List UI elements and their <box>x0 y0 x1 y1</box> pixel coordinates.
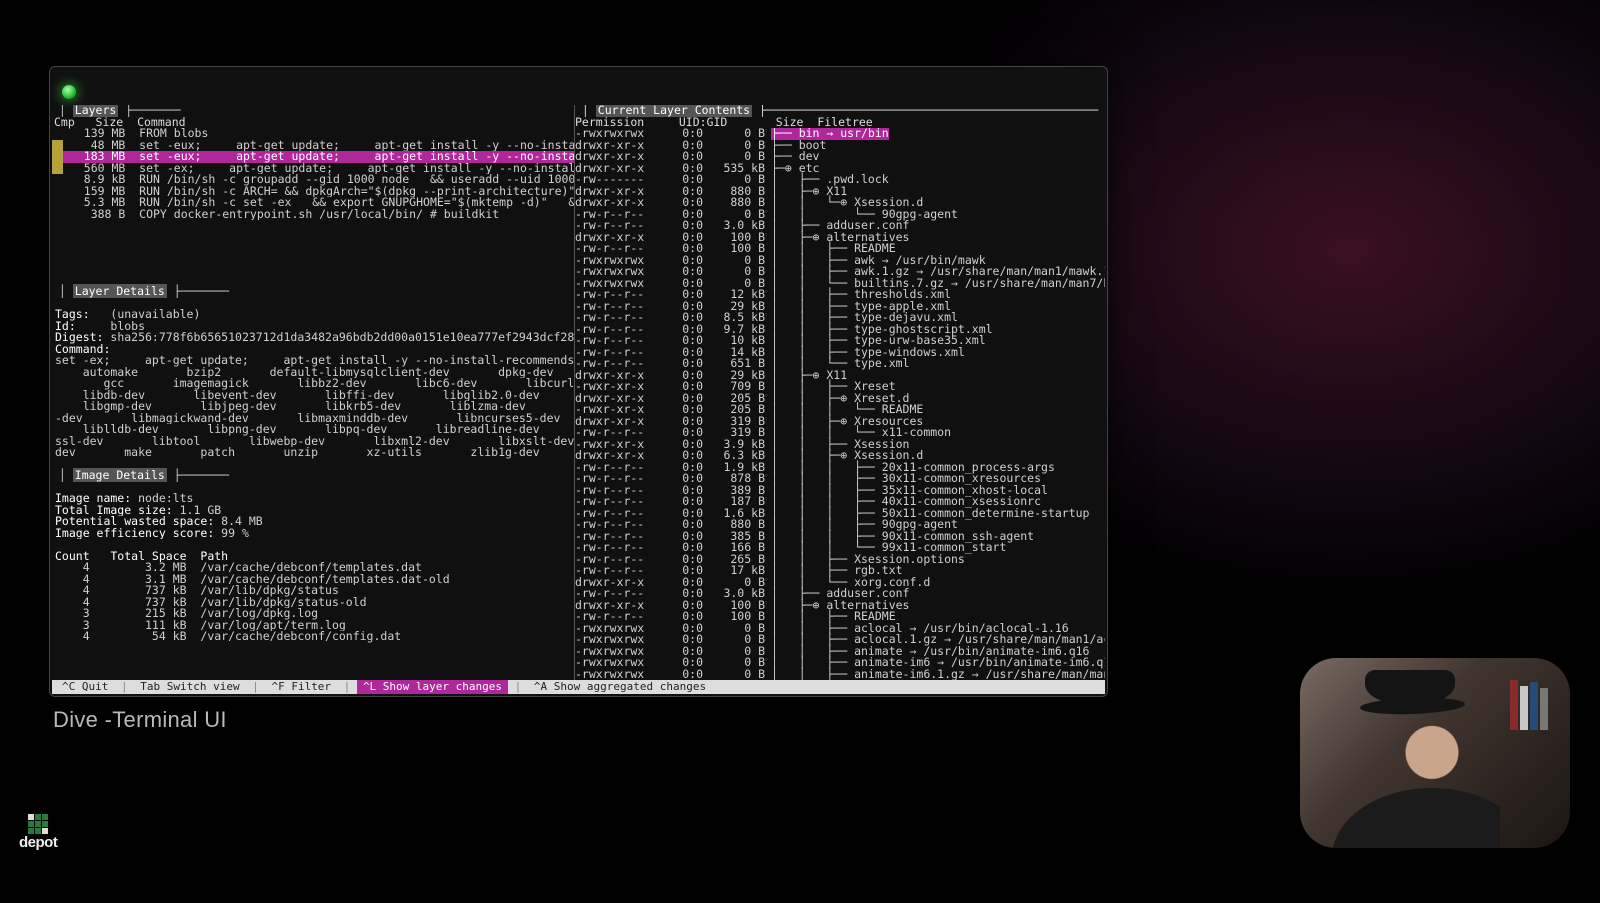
filetree-list[interactable]: -rwxrwxrwx0:00 B├── bin → usr/bindrwxr-x… <box>575 128 1105 680</box>
filetree-row[interactable]: drwxr-xr-x0:00 B├── boot <box>575 140 1105 152</box>
depot-icon <box>28 814 48 834</box>
section-layerdetails-title: │ Layer Details ├─────── <box>52 286 574 298</box>
layer-row[interactable]: 183 MB set -eux; apt-get update; apt-get… <box>52 151 574 163</box>
webcam-overlay <box>1300 658 1570 848</box>
filetree-row[interactable]: drwxr-xr-x0:00 B├── dev <box>575 151 1105 163</box>
brand-logo: depot <box>19 814 57 849</box>
brand-text: depot <box>19 837 57 849</box>
caption-text: Dive -Terminal UI <box>53 714 227 726</box>
layer-row[interactable]: 48 MB set -eux; apt-get update; apt-get … <box>52 140 574 152</box>
filetree-header: Permission UID:GID Size Filetree <box>575 117 1105 129</box>
layer-row[interactable]: 159 MB RUN /bin/sh -c ARCH= && dpkgArch=… <box>52 186 574 198</box>
footer-show-aggregated-changes[interactable]: ^A Show aggregated changes <box>528 680 712 694</box>
filetree-row[interactable]: -rwxrwxrwx0:00 B├── bin → usr/bin <box>575 128 1105 140</box>
terminal-window: │ Layers ├─────── Cmp Size Command 139 M… <box>49 66 1108 697</box>
left-pane: │ Layers ├─────── Cmp Size Command 139 M… <box>52 105 575 680</box>
footer-bar: ^C Quit | Tab Switch view | ^F Filter | … <box>52 680 1105 694</box>
layer-row[interactable]: 560 MB set -ex; apt-get update; apt-get … <box>52 163 574 175</box>
image-details: Image name: node:ltsTotal Image size: 1.… <box>52 493 574 643</box>
footer-quit[interactable]: ^C Quit <box>56 680 114 694</box>
layer-row[interactable]: 5.3 MB RUN /bin/sh -c set -ex && export … <box>52 197 574 209</box>
layer-row[interactable]: 139 MB FROM blobs <box>52 128 574 140</box>
layer-details: Tags: (unavailable)Id: blobsDigest: sha2… <box>52 309 574 459</box>
filetree-row[interactable]: -rwxrwxrwx0:00 B│ │ ├── animate-im6.1.gz… <box>575 669 1105 681</box>
section-imagedetails-title: │ Image Details ├─────── <box>52 470 574 482</box>
traffic-light-green <box>62 85 76 99</box>
footer-filter[interactable]: ^F Filter <box>265 680 337 694</box>
footer-show-layer-changes[interactable]: ^L Show layer changes <box>357 680 508 694</box>
right-pane: │ Current Layer Contents ├──────────────… <box>575 105 1105 680</box>
layers-list[interactable]: 139 MB FROM blobs 48 MB set -eux; apt-ge… <box>52 128 574 220</box>
layer-row[interactable]: 8.9 kB RUN /bin/sh -c groupadd --gid 100… <box>52 174 574 186</box>
footer-switch-view[interactable]: Tab Switch view <box>134 680 245 694</box>
layers-header: Cmp Size Command <box>52 117 574 129</box>
layer-row[interactable]: 388 B COPY docker-entrypoint.sh /usr/loc… <box>52 209 574 221</box>
